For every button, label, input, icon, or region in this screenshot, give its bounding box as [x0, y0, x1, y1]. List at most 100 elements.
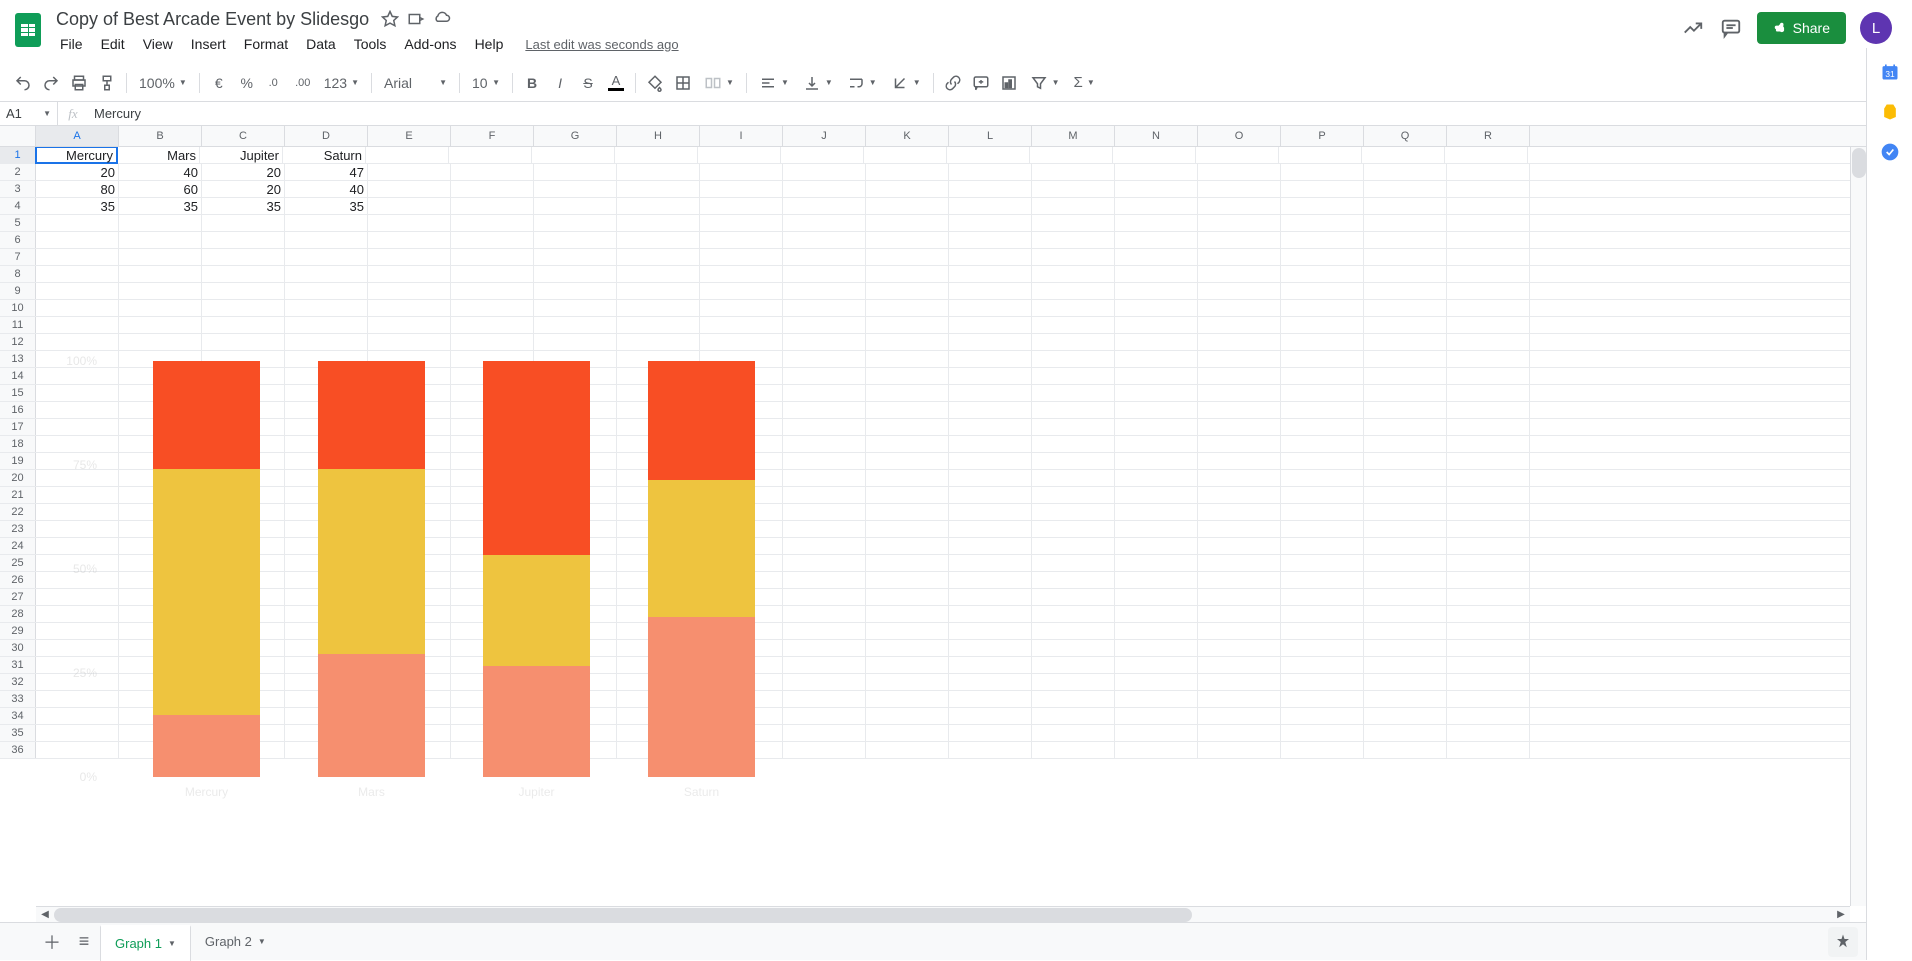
cell[interactable] — [1281, 334, 1364, 350]
cell[interactable] — [1115, 368, 1198, 384]
cell[interactable] — [1364, 436, 1447, 452]
cell[interactable] — [866, 470, 949, 486]
row-header[interactable]: 10 — [0, 300, 36, 316]
cell[interactable] — [119, 266, 202, 282]
cell[interactable] — [202, 300, 285, 316]
cell[interactable] — [1447, 334, 1530, 350]
cell[interactable] — [534, 181, 617, 197]
cell[interactable]: 20 — [36, 164, 119, 180]
cell[interactable] — [534, 164, 617, 180]
cell[interactable] — [1281, 674, 1364, 690]
cell[interactable] — [1115, 470, 1198, 486]
cell[interactable] — [36, 300, 119, 316]
italic-icon[interactable]: I — [547, 70, 573, 96]
menu-edit[interactable]: Edit — [93, 33, 133, 55]
vertical-scrollbar[interactable] — [1850, 147, 1866, 906]
cell[interactable] — [949, 538, 1032, 554]
cell[interactable] — [1198, 402, 1281, 418]
cell[interactable] — [866, 334, 949, 350]
row-header[interactable]: 19 — [0, 453, 36, 469]
cell[interactable] — [285, 334, 368, 350]
cell[interactable] — [1364, 708, 1447, 724]
vertical-align-dropdown[interactable]: ▼ — [797, 70, 839, 96]
cell[interactable] — [534, 266, 617, 282]
row-header[interactable]: 16 — [0, 402, 36, 418]
cell[interactable] — [700, 198, 783, 214]
cell[interactable] — [1198, 453, 1281, 469]
cell[interactable] — [1447, 572, 1530, 588]
cell[interactable] — [1032, 368, 1115, 384]
cell[interactable] — [534, 334, 617, 350]
cell[interactable] — [1032, 487, 1115, 503]
cell[interactable] — [1364, 674, 1447, 690]
cell[interactable] — [1198, 368, 1281, 384]
cell[interactable] — [1364, 589, 1447, 605]
row-header[interactable]: 31 — [0, 657, 36, 673]
comments-icon[interactable] — [1719, 16, 1743, 40]
cell[interactable] — [866, 555, 949, 571]
cell[interactable] — [1032, 674, 1115, 690]
cell[interactable] — [1447, 317, 1530, 333]
cell[interactable] — [949, 300, 1032, 316]
cell[interactable] — [285, 317, 368, 333]
cell[interactable] — [119, 334, 202, 350]
cell[interactable]: 20 — [202, 164, 285, 180]
currency-euro-icon[interactable]: € — [206, 70, 232, 96]
cell[interactable] — [949, 504, 1032, 520]
cell[interactable]: Saturn — [283, 147, 366, 163]
cell[interactable] — [1032, 164, 1115, 180]
cell[interactable] — [866, 572, 949, 588]
cell[interactable] — [1364, 487, 1447, 503]
cell[interactable] — [1364, 555, 1447, 571]
cell[interactable] — [949, 419, 1032, 435]
cell[interactable] — [700, 300, 783, 316]
cell[interactable] — [285, 249, 368, 265]
cell[interactable] — [700, 181, 783, 197]
cell[interactable] — [202, 334, 285, 350]
account-avatar[interactable]: L — [1860, 12, 1892, 44]
percent-icon[interactable]: % — [234, 70, 260, 96]
menu-help[interactable]: Help — [467, 33, 512, 55]
cell[interactable] — [949, 674, 1032, 690]
cell[interactable] — [534, 317, 617, 333]
cell[interactable] — [1196, 147, 1279, 163]
cell[interactable] — [202, 283, 285, 299]
cell[interactable] — [1447, 351, 1530, 367]
cell[interactable] — [1364, 572, 1447, 588]
cell[interactable] — [451, 232, 534, 248]
cell[interactable] — [1198, 317, 1281, 333]
cell[interactable] — [1032, 266, 1115, 282]
cell[interactable] — [1032, 521, 1115, 537]
tasks-icon[interactable] — [1880, 142, 1900, 162]
cell[interactable] — [1364, 538, 1447, 554]
cell[interactable] — [1447, 606, 1530, 622]
cell[interactable] — [949, 334, 1032, 350]
cell[interactable] — [1032, 249, 1115, 265]
cell[interactable] — [1447, 232, 1530, 248]
cell[interactable] — [1198, 725, 1281, 741]
text-color-icon[interactable]: A — [603, 70, 629, 96]
cell[interactable] — [1281, 249, 1364, 265]
cell[interactable] — [617, 164, 700, 180]
cell[interactable] — [368, 232, 451, 248]
cell[interactable] — [534, 283, 617, 299]
cell[interactable] — [1115, 589, 1198, 605]
cell[interactable] — [1115, 300, 1198, 316]
cell[interactable] — [949, 266, 1032, 282]
cell[interactable] — [617, 232, 700, 248]
cell[interactable] — [947, 147, 1030, 163]
cell[interactable] — [1447, 215, 1530, 231]
cell[interactable] — [1032, 453, 1115, 469]
cell[interactable] — [1447, 742, 1530, 758]
cell[interactable] — [866, 164, 949, 180]
cell[interactable] — [1032, 504, 1115, 520]
chart-bar[interactable]: Jupiter — [483, 361, 590, 777]
row-header[interactable]: 15 — [0, 385, 36, 401]
cell[interactable] — [1198, 708, 1281, 724]
filter-dropdown[interactable]: ▼ — [1024, 70, 1066, 96]
star-icon[interactable] — [381, 10, 399, 28]
cell[interactable] — [1281, 436, 1364, 452]
cell[interactable] — [617, 334, 700, 350]
cell[interactable] — [1447, 504, 1530, 520]
cell[interactable] — [1032, 538, 1115, 554]
